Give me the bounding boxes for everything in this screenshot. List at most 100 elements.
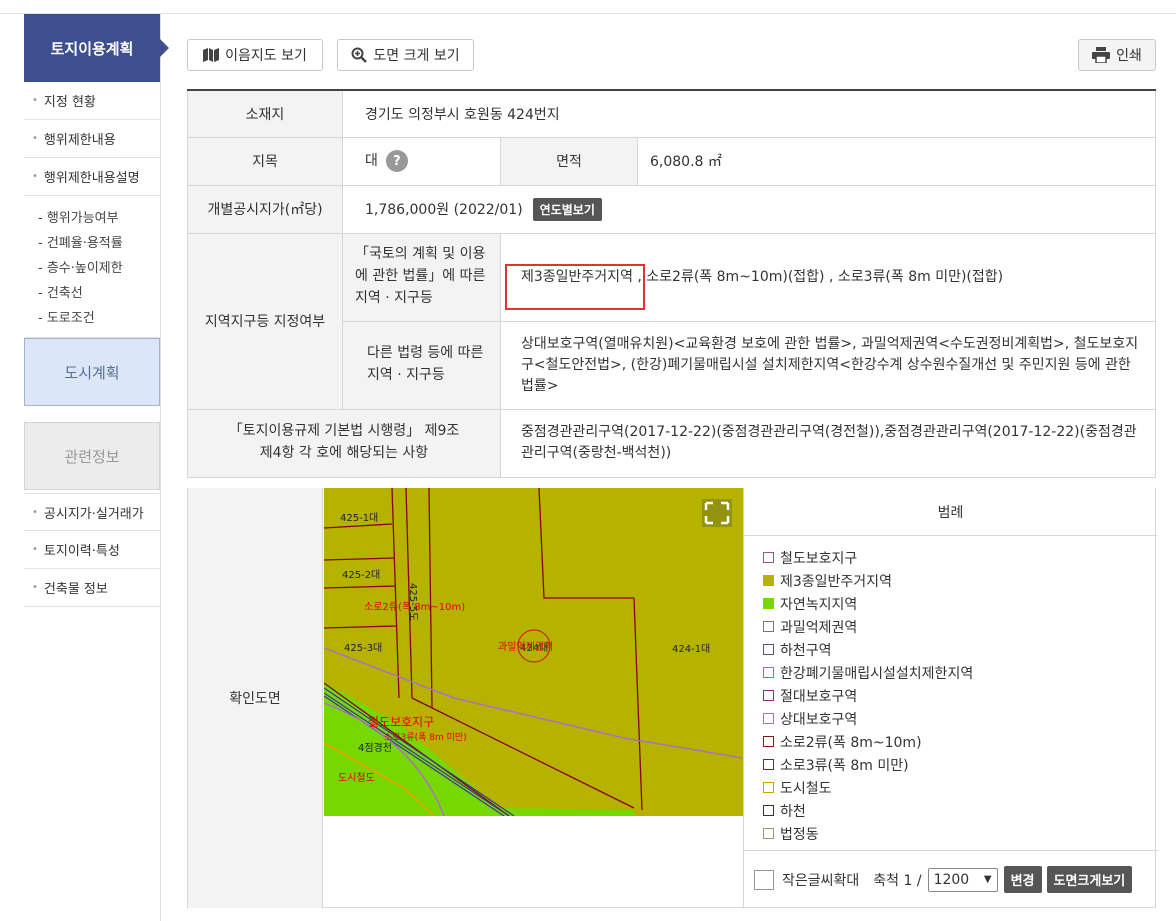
legend-swatch-icon: [763, 690, 774, 701]
scale-value: 1200: [933, 871, 970, 888]
sidebar-item-label: 공시지가·실거래가: [43, 506, 144, 522]
location-value: 경기도 의정부시 호원동 424번지: [342, 89, 1156, 138]
legend-item: 과밀억제권역: [763, 615, 1157, 638]
sidebar-item-label: 행위제한내용설명: [43, 171, 140, 186]
map-section: 확인도면 425-1대 425-2대 425-3대 424대 424-1대 42…: [187, 488, 1158, 908]
legend-swatch-icon: [763, 552, 774, 563]
price-label: 개별공시지가(㎡당): [187, 184, 343, 234]
sidebar-subitems: - 행위가능여부 - 건폐율·용적률 - 층수·높이제한 - 건축선 - 도로조…: [24, 196, 160, 338]
eum-map-button-label: 이음지도 보기: [225, 48, 307, 64]
sidebar-city-plan[interactable]: 도시계획: [24, 338, 160, 406]
bullet-icon: •: [32, 544, 38, 555]
bullet-icon: •: [32, 133, 38, 144]
land-map[interactable]: 425-1대 425-2대 425-3대 424대 424-1대 425-5도 …: [324, 488, 743, 816]
sidebar-item-building[interactable]: • 건축물 정보: [24, 569, 160, 607]
top-divider: [0, 13, 1176, 14]
scale-select[interactable]: 1200 ▼: [927, 867, 998, 892]
map-label-9: 철도보호지구: [368, 715, 434, 729]
legend-swatch-icon: [763, 713, 774, 724]
printer-icon: [1092, 47, 1111, 63]
legend-item-label: 과밀억제권역: [780, 619, 858, 636]
sidebar-subitem-allowed[interactable]: - 행위가능여부: [38, 206, 160, 231]
help-icon[interactable]: ?: [385, 150, 408, 172]
sidebar-related-info[interactable]: 관련정보: [24, 422, 160, 490]
map-label: 확인도면: [188, 488, 323, 908]
legend-item-label: 소로2류(폭 8m~10m): [780, 734, 922, 751]
price-cell: 1,786,000원 (2022/01) 연도별보기: [342, 184, 1156, 234]
sidebar-subitem-height[interactable]: - 층수·높이제한: [38, 256, 160, 281]
legend-panel: 범례 철도보호지구 제3종일반주거지역 자연녹지지역 과밀억제권역 하천구역 한강폐기물매…: [743, 488, 1158, 908]
sidebar-item-land-price[interactable]: • 공시지가·실거래가: [24, 493, 160, 531]
area-value: 6,080.8 ㎡: [637, 136, 1156, 186]
legend-item-label: 도시철도: [780, 780, 832, 797]
yearly-view-button[interactable]: 연도별보기: [532, 197, 602, 221]
legend-swatch-icon: [763, 575, 774, 586]
legend-item: 자연녹지지역: [763, 592, 1157, 615]
zoom-map-button-label: 도면 크게 보기: [373, 48, 460, 64]
sidebar-item-restriction[interactable]: • 행위제한내용: [24, 120, 160, 158]
zone2-label: 다른 법령 등에 따른 지역 · 지구등: [342, 320, 501, 410]
zone2-value: 상대보호구역(열매유치원)<교육환경 보호에 관한 법률>, 과밀억제권역<수도…: [500, 320, 1156, 410]
map-label-2: 425-2대: [342, 569, 380, 581]
font-zoom-checkbox[interactable]: [754, 869, 774, 890]
sidebar-subitem-road[interactable]: - 도로조건: [38, 306, 160, 331]
legend-swatch-icon: [763, 782, 774, 793]
zoom-in-icon: [351, 47, 368, 63]
legend-swatch-icon: [763, 759, 774, 770]
legend-item: 상대보호구역: [763, 707, 1157, 730]
legend-item-label: 법정동: [780, 826, 819, 843]
legend-list: 철도보호지구 제3종일반주거지역 자연녹지지역 과밀억제권역 하천구역 한강폐기물매립시설…: [744, 536, 1157, 845]
chevron-down-icon: ▼: [983, 874, 992, 885]
legend-item: 소로3류(폭 8m 미만): [763, 753, 1157, 776]
jimok-value: 대: [365, 153, 378, 169]
sidebar-item-label: 지정 현황: [43, 95, 96, 110]
map-label-1: 425-1대: [340, 512, 378, 524]
jimok-label: 지목: [187, 136, 343, 186]
legend-swatch-icon: [763, 621, 774, 632]
scale-change-button[interactable]: 변경: [1003, 866, 1042, 893]
map-label-5: 425-3대: [344, 642, 382, 654]
legend-item: 소로2류(폭 8m~10m): [763, 730, 1157, 753]
sidebar-subitem-building-line[interactable]: - 건축선: [38, 281, 160, 306]
map-label-8: 424-1대: [672, 643, 710, 655]
price-value: 1,786,000원 (2022/01): [365, 201, 523, 218]
legend-item: 철도보호지구: [763, 546, 1157, 569]
legend-item-label: 소로3류(폭 8m 미만): [780, 757, 909, 774]
bullet-icon: •: [32, 506, 38, 518]
sidebar-item-land-history[interactable]: • 토지이력·특성: [24, 531, 160, 569]
big-map-button[interactable]: 도면크게보기: [1046, 866, 1133, 893]
legend-swatch-icon: [763, 667, 774, 678]
regulation-label: 「토지이용규제 기본법 시행령」 제9조 제4항 각 호에 해당되는 사항: [187, 408, 501, 478]
legend-item-label: 하천: [780, 803, 806, 820]
legend-item-label: 상대보호구역: [780, 711, 858, 728]
legend-item: 절대보호구역: [763, 684, 1157, 707]
legend-item: 제3종일반주거지역: [763, 569, 1157, 592]
map-label-3: 소로2류(폭 8m~10m): [364, 601, 465, 613]
location-label: 소재지: [187, 89, 343, 138]
sidebar-title[interactable]: 토지이용계획: [24, 14, 169, 82]
legend-item-label: 자연녹지지역: [780, 596, 858, 613]
legend-item-label: 철도보호지구: [780, 550, 858, 567]
sidebar-item-restriction-desc[interactable]: • 행위제한내용설명: [24, 158, 160, 196]
bullet-icon: •: [32, 95, 38, 106]
legend-swatch-icon: [763, 598, 774, 609]
eum-map-button[interactable]: 이음지도 보기: [187, 39, 323, 71]
legend-swatch-icon: [763, 644, 774, 655]
land-info-table: 소재지 경기도 의정부시 호원동 424번지 지목 대? 면적 6,080.8 …: [187, 89, 1156, 478]
sidebar-item-status[interactable]: • 지정 현황: [24, 82, 160, 120]
legend-item: 도시철도: [763, 776, 1157, 799]
legend-item: 한강폐기물매립시설설치제한지역: [763, 661, 1157, 684]
map-icon: [203, 48, 220, 62]
jimok-cell: 대?: [342, 136, 501, 186]
zoom-map-button[interactable]: 도면 크게 보기: [337, 39, 474, 71]
sidebar: 토지이용계획 • 지정 현황 • 행위제한내용 • 행위제한내용설명 - 행위가능여부…: [24, 14, 169, 921]
sidebar-item-label: 토지이력·특성: [43, 544, 120, 559]
sidebar-item-label: 행위제한내용: [43, 133, 116, 148]
print-button[interactable]: 인쇄: [1078, 39, 1156, 71]
sidebar-subitem-coverage[interactable]: - 건폐율·용적률: [38, 231, 160, 256]
legend-item: 법정동: [763, 822, 1157, 845]
legend-item-label: 제3종일반주거지역: [780, 573, 892, 590]
legend-swatch-icon: [763, 828, 774, 839]
bullet-icon: •: [32, 582, 38, 593]
zone-label: 지역지구등 지정여부: [187, 232, 343, 410]
